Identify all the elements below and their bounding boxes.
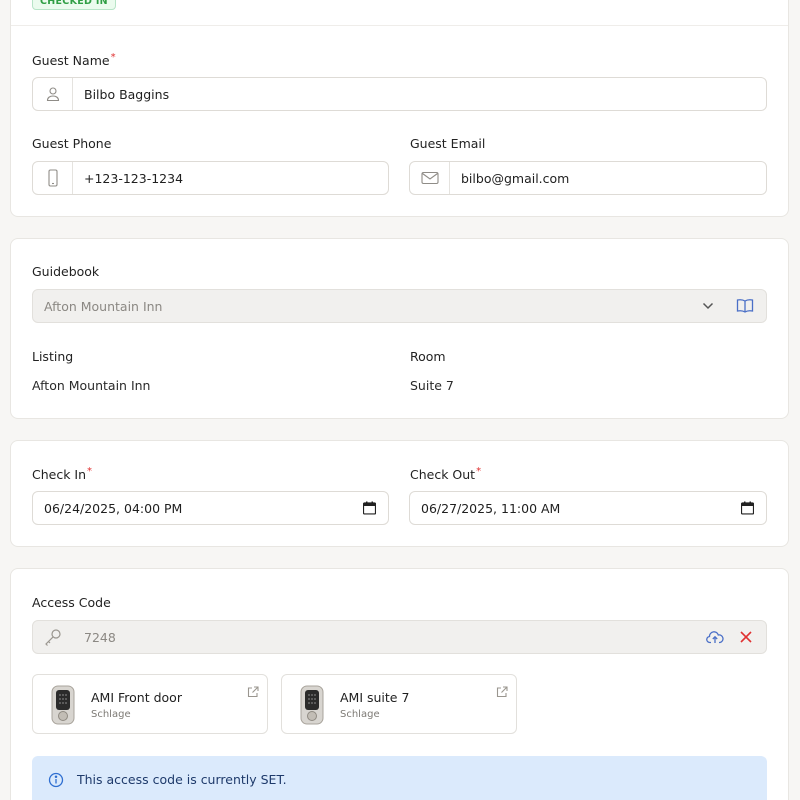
guest-email-field[interactable]: bilbo@gmail.com	[409, 161, 767, 195]
cloud-upload-icon[interactable]	[706, 630, 724, 644]
listing-label: Listing	[32, 349, 74, 364]
guest-name-field[interactable]: Bilbo Baggins	[32, 77, 767, 111]
lock-brand: Schlage	[91, 709, 131, 720]
access-status-alert: This access code is currently SET.	[32, 756, 767, 800]
access-code-field[interactable]: 7248	[32, 620, 767, 654]
listing-value: Afton Mountain Inn	[32, 378, 151, 393]
book-icon[interactable]	[736, 298, 754, 314]
guest-phone-field[interactable]: +123-123-1234	[32, 161, 389, 195]
guidebook-label: Guidebook	[32, 264, 100, 279]
external-link-icon[interactable]	[247, 683, 259, 702]
lock-card-front-door[interactable]: AMI Front door Schlage	[32, 674, 268, 734]
divider	[11, 25, 788, 26]
lock-card-suite-7[interactable]: AMI suite 7 Schlage	[281, 674, 517, 734]
smart-lock-icon	[49, 685, 77, 729]
status-badge: CHECKED IN	[32, 0, 116, 10]
close-icon[interactable]	[740, 631, 752, 643]
room-label: Room	[410, 349, 446, 364]
guest-email-value: bilbo@gmail.com	[461, 170, 570, 186]
access-code-label: Access Code	[32, 595, 111, 610]
room-value: Suite 7	[410, 378, 454, 393]
smart-lock-icon	[298, 685, 326, 729]
check-out-value: 06/27/2025, 11:00 AM	[421, 500, 561, 516]
check-in-value: 06/24/2025, 04:00 PM	[44, 500, 183, 516]
info-icon	[48, 772, 64, 792]
guidebook-select[interactable]: Afton Mountain Inn	[32, 289, 767, 323]
phone-icon	[33, 162, 73, 194]
guest-name-label: Guest Name*	[32, 52, 116, 69]
user-icon	[33, 78, 73, 110]
chevron-down-icon	[702, 302, 714, 310]
key-icon	[33, 628, 73, 646]
mail-icon	[410, 162, 450, 194]
guest-name-value: Bilbo Baggins	[84, 86, 170, 102]
calendar-icon[interactable]	[741, 501, 754, 515]
calendar-icon[interactable]	[363, 501, 376, 515]
lock-brand: Schlage	[340, 709, 380, 720]
lock-name: AMI Front door	[91, 690, 182, 705]
guidebook-value: Afton Mountain Inn	[44, 298, 163, 314]
check-out-label: Check Out*	[410, 466, 482, 483]
alert-text: This access code is currently SET.	[77, 772, 287, 787]
external-link-icon[interactable]	[496, 683, 508, 702]
guest-phone-label: Guest Phone	[32, 136, 112, 151]
lock-name: AMI suite 7	[340, 690, 410, 705]
check-in-input[interactable]: 06/24/2025, 04:00 PM	[32, 491, 389, 525]
check-out-input[interactable]: 06/27/2025, 11:00 AM	[409, 491, 767, 525]
guest-phone-value: +123-123-1234	[84, 170, 184, 186]
check-in-label: Check In*	[32, 466, 93, 483]
guest-email-label: Guest Email	[410, 136, 486, 151]
access-code-value: 7248	[84, 629, 116, 645]
